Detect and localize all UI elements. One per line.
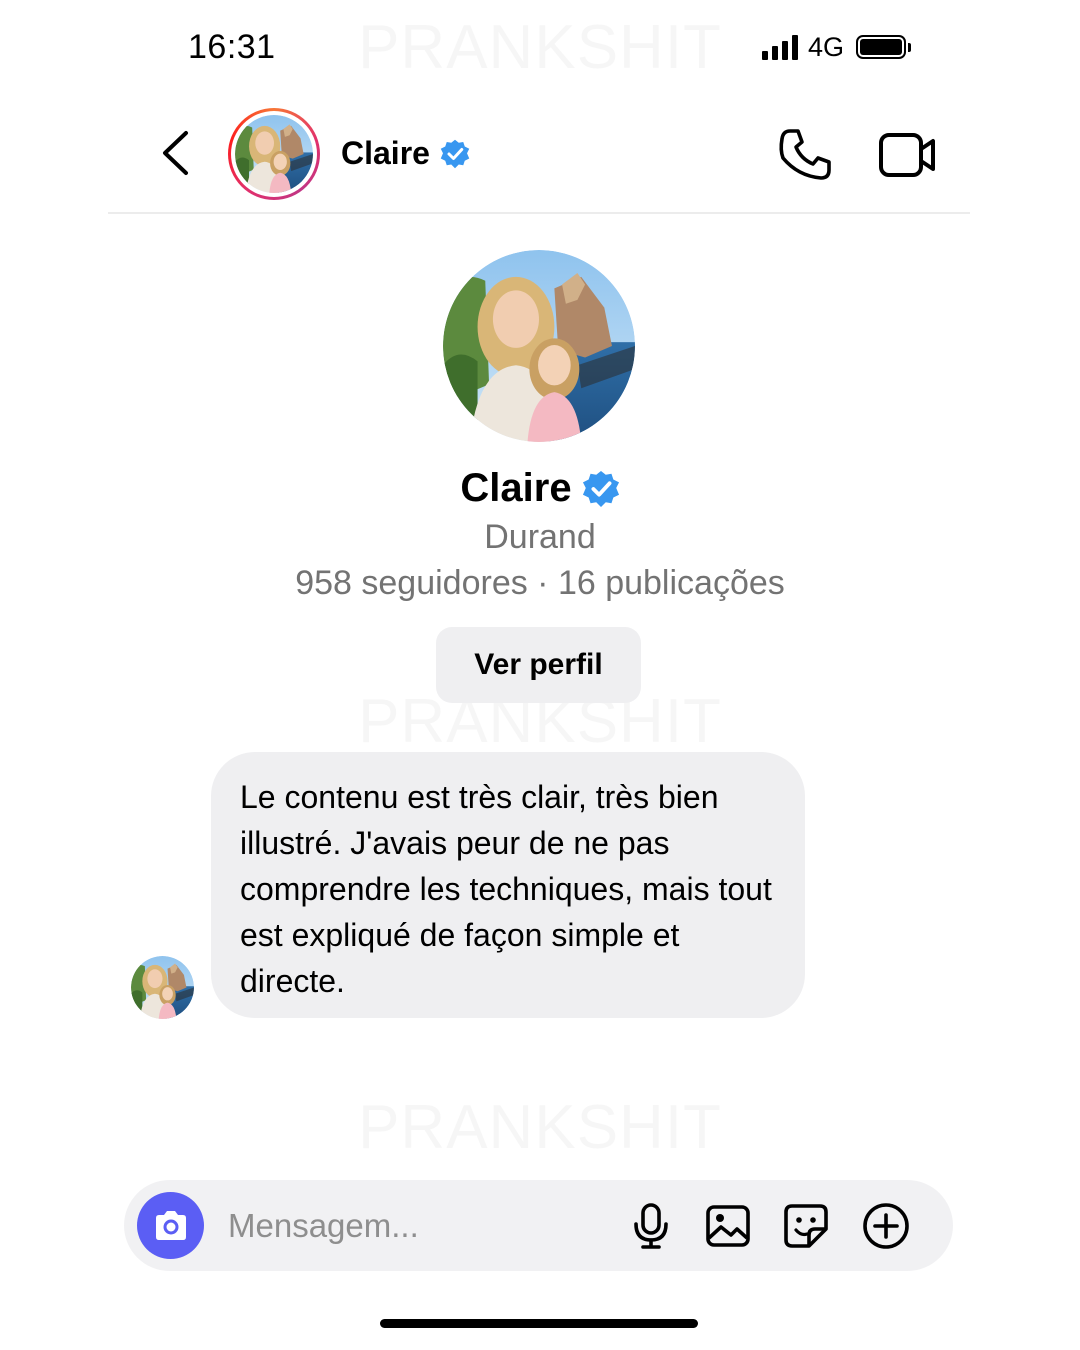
- message-sender-avatar[interactable]: [131, 956, 194, 1019]
- header-contact-name: Claire: [341, 135, 430, 171]
- more-actions-button[interactable]: [858, 1198, 914, 1254]
- header-avatar[interactable]: [228, 108, 320, 200]
- microphone-icon: [634, 1203, 668, 1249]
- sticker-button[interactable]: [778, 1198, 834, 1254]
- sticker-icon: [784, 1204, 828, 1248]
- phone-icon: [779, 129, 831, 180]
- plus-circle-icon: [863, 1203, 909, 1249]
- sender-avatar-photo: [131, 956, 194, 1019]
- back-button[interactable]: [150, 122, 200, 184]
- contact-avatar-photo: [235, 115, 313, 193]
- profile-avatar-photo: [443, 250, 635, 442]
- message-input[interactable]: [228, 1196, 608, 1256]
- video-call-button[interactable]: [878, 130, 938, 180]
- profile-name: Claire: [460, 466, 572, 510]
- battery-icon: [856, 35, 912, 59]
- signal-icon: [762, 34, 798, 60]
- watermark: PRANKSHIT: [0, 1092, 1080, 1163]
- camera-button[interactable]: [137, 1192, 204, 1259]
- network-type: 4G: [808, 31, 845, 62]
- verified-badge-icon: [440, 139, 470, 168]
- camera-icon: [155, 1210, 186, 1240]
- chevron-left-icon: [163, 131, 188, 175]
- profile-avatar[interactable]: [443, 250, 635, 442]
- status-time: 16:31: [188, 28, 276, 66]
- profile-stats: 958 seguidores · 16 publicações: [295, 564, 785, 602]
- verified-badge-icon: [582, 470, 619, 507]
- header-contact[interactable]: Claire: [341, 135, 470, 172]
- view-profile-button[interactable]: Ver perfil: [436, 627, 641, 703]
- watermark: PRANKSHIT: [0, 12, 1080, 83]
- status-indicators: 4G: [762, 30, 912, 64]
- image-icon: [706, 1205, 750, 1247]
- video-camera-icon: [879, 133, 935, 177]
- message-bubble[interactable]: Le contenu est très clair, très bien ill…: [211, 752, 805, 1018]
- profile-name-row: Claire: [0, 466, 1080, 511]
- home-indicator[interactable]: [380, 1319, 698, 1328]
- call-button[interactable]: [776, 126, 834, 184]
- header-divider: [108, 212, 970, 214]
- profile-subtitle: Durand: [484, 518, 596, 556]
- microphone-button[interactable]: [623, 1198, 679, 1254]
- gallery-button[interactable]: [700, 1198, 756, 1254]
